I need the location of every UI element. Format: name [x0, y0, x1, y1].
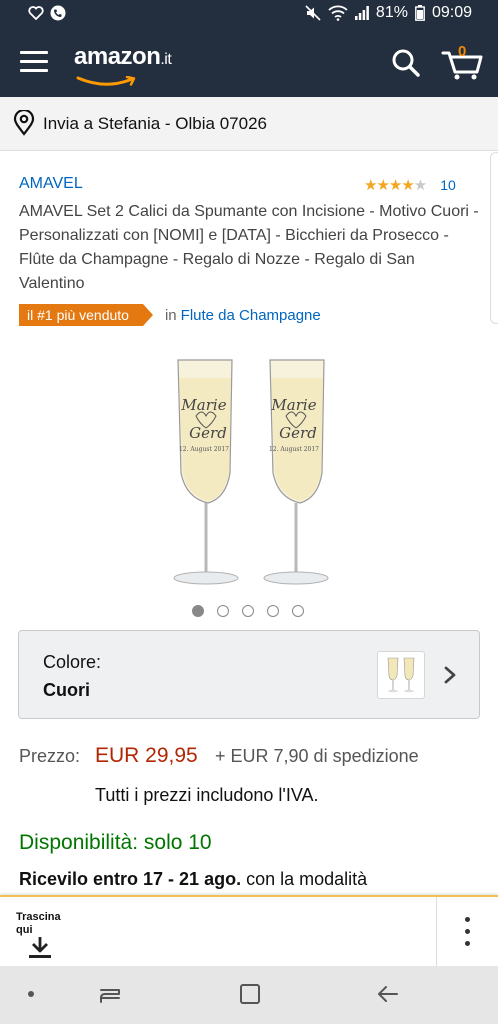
recent-apps-icon[interactable] — [98, 982, 122, 1006]
color-thumbnail-image — [387, 657, 415, 693]
price-value: EUR 29,95 — [95, 744, 198, 767]
app-header: amazon.it 0 — [0, 29, 498, 97]
color-label: Colore: — [43, 652, 102, 672]
carousel-dot[interactable] — [217, 605, 229, 617]
star-rating-icon: ★★★★★ — [364, 177, 427, 194]
best-seller-in: in — [164, 306, 177, 324]
chevron-right-icon — [444, 666, 456, 684]
delivery-estimate: Ricevilo entro 17 - 21 ago. con la modal… — [19, 869, 368, 889]
drag-bar-divider — [436, 897, 437, 966]
carousel-dot[interactable] — [267, 605, 279, 617]
drag-bar: Trascina qui — [0, 895, 498, 966]
amazon-logo[interactable]: amazon.it — [74, 43, 172, 71]
svg-text:12. August 2017: 12. August 2017 — [179, 446, 229, 453]
price-label: Prezzo: — [19, 746, 81, 766]
menu-icon — [20, 51, 48, 54]
next-card-edge — [490, 152, 498, 324]
location-pin-icon — [13, 110, 35, 136]
carousel-dot[interactable] — [292, 605, 304, 617]
signal-icon — [354, 6, 369, 20]
more-options-button[interactable] — [460, 917, 474, 949]
color-thumbnail — [377, 651, 425, 699]
android-nav-bar — [0, 966, 498, 1024]
search-button[interactable] — [390, 47, 422, 79]
nav-dot-icon[interactable] — [28, 991, 34, 997]
delivery-location-text: Invia a Stefania - Olbia 07026 — [43, 114, 267, 133]
shipping-cost: + EUR 7,90 di spedizione — [215, 746, 419, 766]
brand-link[interactable]: AMAVEL — [19, 175, 83, 193]
product-title: AMAVEL Set 2 Calici da Spumante con Inci… — [19, 203, 479, 292]
right-glass: Marie Gerd 12. August 2017 — [263, 359, 329, 585]
battery-icon — [415, 5, 425, 21]
mute-icon — [305, 5, 321, 21]
cart-button[interactable]: 0 — [440, 43, 484, 81]
phone-icon — [50, 5, 66, 21]
best-seller-badge: il #1 più venduto — [19, 304, 153, 326]
drag-here-label: Trascina qui — [16, 911, 61, 936]
rating-count: 10 — [440, 177, 456, 193]
heart-icon — [28, 6, 44, 20]
status-bar: 81% 09:09 — [0, 0, 498, 29]
clock: 09:09 — [431, 4, 472, 21]
color-selector[interactable]: Colore: Cuori — [18, 630, 480, 719]
menu-button[interactable] — [20, 51, 48, 73]
cart-count: 0 — [458, 43, 467, 60]
product-image[interactable]: Marie Gerd 12. August 2017 Marie Gerd 12… — [160, 348, 338, 588]
rating[interactable]: ★★★★★ 10 — [364, 176, 456, 194]
carousel-dot[interactable] — [192, 605, 204, 617]
champagne-flutes-image: Marie Gerd 12. August 2017 Marie Gerd 12… — [173, 359, 329, 585]
battery-percent: 81% — [375, 4, 408, 21]
svg-text:Gerd: Gerd — [279, 424, 317, 442]
search-icon — [392, 49, 420, 77]
color-value: Cuori — [43, 680, 90, 700]
best-seller-row: il #1 più venduto in Flute da Champagne — [19, 304, 321, 326]
wifi-icon — [328, 5, 348, 21]
left-glass: Marie Gerd 12. August 2017 — [173, 359, 239, 585]
delivery-location-bar[interactable]: Invia a Stefania - Olbia 07026 — [0, 97, 498, 151]
back-icon[interactable] — [376, 982, 400, 1006]
best-seller-category-link[interactable]: Flute da Champagne — [181, 307, 321, 324]
download-icon[interactable] — [28, 935, 52, 961]
logo-smile-icon — [76, 76, 136, 86]
vat-note: Tutti i prezzi includono l'IVA. — [95, 785, 319, 805]
svg-text:Gerd: Gerd — [189, 424, 227, 442]
svg-text:Marie: Marie — [180, 396, 226, 414]
availability: Disponibilità: solo 10 — [19, 831, 212, 854]
svg-text:Marie: Marie — [270, 396, 316, 414]
more-vert-icon — [464, 917, 470, 922]
home-icon[interactable] — [238, 982, 262, 1006]
svg-text:12. August 2017: 12. August 2017 — [269, 446, 319, 453]
carousel-dot[interactable] — [242, 605, 254, 617]
image-carousel-dots — [192, 605, 304, 617]
